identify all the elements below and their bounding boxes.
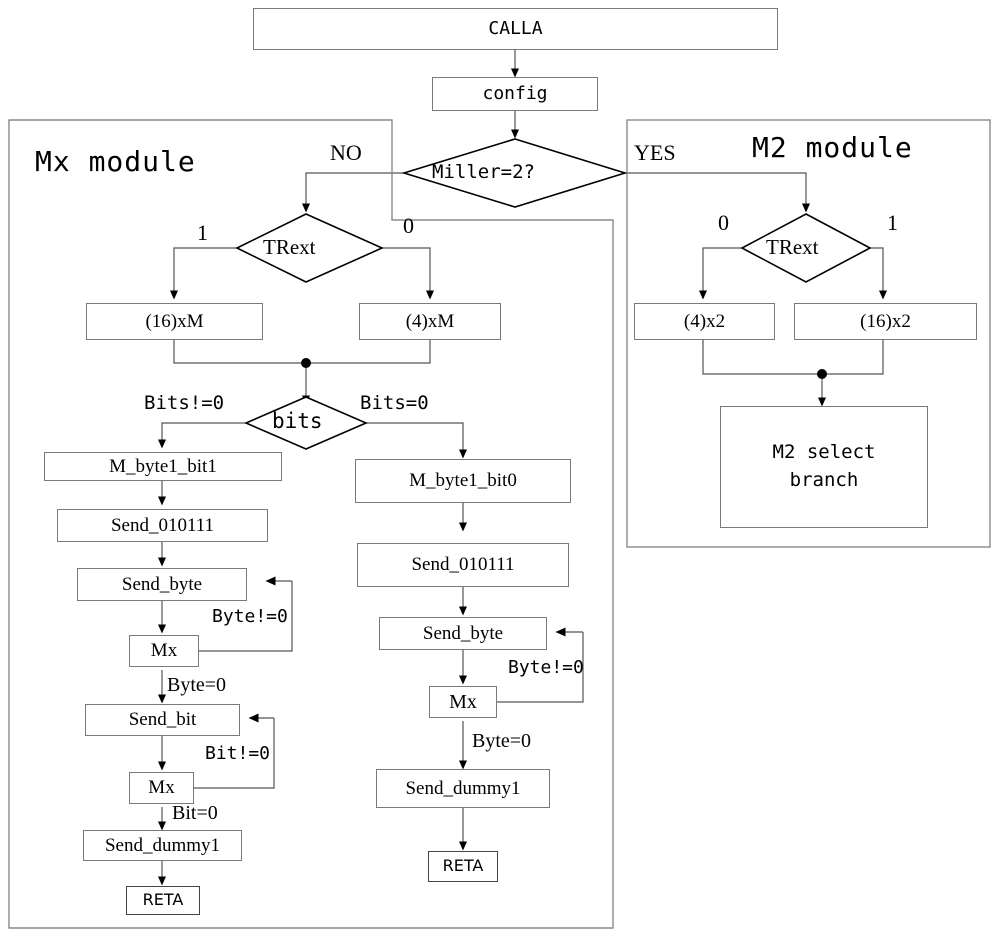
node-left-reta[interactable]: RETA [126, 886, 200, 915]
node-m2-select-branch-line2: branch [789, 469, 859, 491]
flowchart-canvas: CALLA config Miller=2? NO YES Mx module … [0, 0, 1000, 939]
left-loop-label-bit-ne0: Bit!=0 [205, 743, 271, 764]
m2-trext-left-label: 0 [718, 210, 729, 235]
node-right-send-dummy1[interactable]: Send_dummy1 [376, 769, 550, 808]
node-config-label: config [482, 82, 548, 104]
node-right-send-byte[interactable]: Send_byte [379, 617, 547, 650]
left-loop-label-byte-ne0: Byte!=0 [212, 606, 288, 627]
node-right-mx-label: Mx [449, 690, 477, 713]
node-right-send-dummy1-label: Send_dummy1 [405, 777, 521, 799]
node-left-mx-2-label: Mx [148, 777, 175, 799]
node-left-send-byte[interactable]: Send_byte [77, 568, 247, 601]
node-right-mx[interactable]: Mx [429, 686, 497, 718]
node-right-send-010111-label: Send_010111 [411, 554, 515, 576]
node-m2-16x2[interactable]: (16)x2 [794, 303, 977, 340]
node-mx-4xm[interactable]: (4)xM [359, 303, 501, 340]
node-m2-4x2[interactable]: (4)x2 [634, 303, 775, 340]
left-edge-label-byte-eq0: Byte=0 [167, 674, 227, 696]
node-right-reta[interactable]: RETA [428, 851, 498, 882]
node-mx-16xm[interactable]: (16)xM [86, 303, 263, 340]
node-m-byte1-bit1-label: M_byte1_bit1 [109, 455, 217, 477]
left-edge-label-bit-eq0: Bit=0 [172, 802, 218, 824]
edge-label-yes: YES [634, 140, 676, 165]
node-left-send-bit-label: Send_bit [128, 709, 197, 731]
node-m2-select-branch-line1: M2 select [772, 441, 876, 464]
decision-bits-label: bits [272, 409, 323, 433]
node-mx-16xm-label: (16)xM [145, 310, 204, 332]
mx-module-title: Mx module [35, 145, 196, 178]
node-calla[interactable]: CALLA [253, 8, 778, 50]
node-left-mx-1[interactable]: Mx [129, 635, 199, 667]
node-left-mx-2[interactable]: Mx [129, 772, 194, 804]
node-right-reta-label: RETA [442, 856, 484, 876]
node-left-send-dummy1[interactable]: Send_dummy1 [83, 830, 242, 861]
edge-label-no: NO [330, 140, 362, 165]
node-m-byte1-bit1[interactable]: M_byte1_bit1 [44, 452, 282, 481]
node-left-send-byte-label: Send_byte [121, 573, 203, 595]
node-left-send-dummy1-label: Send_dummy1 [104, 834, 221, 856]
m2-trext-right-label: 1 [887, 210, 898, 235]
node-left-mx-1-label: Mx [150, 640, 178, 662]
node-config[interactable]: config [432, 77, 598, 111]
node-left-send-010111[interactable]: Send_010111 [57, 509, 268, 542]
node-m2-select-branch[interactable]: M2 select branch [720, 406, 928, 528]
decision-miller-label: Miller=2? [432, 161, 535, 183]
decision-trext-m2-label: TRext [766, 235, 819, 259]
node-calla-label: CALLA [488, 17, 543, 39]
node-mx-4xm-label: (4)xM [405, 310, 455, 332]
node-m-byte1-bit0[interactable]: M_byte1_bit0 [355, 459, 571, 503]
right-edge-label-byte-eq0: Byte=0 [472, 730, 532, 752]
node-right-send-010111[interactable]: Send_010111 [357, 543, 569, 587]
mx-trext-right-label: 0 [403, 213, 414, 238]
node-left-send-bit[interactable]: Send_bit [85, 704, 240, 736]
node-m-byte1-bit0-label: M_byte1_bit0 [409, 470, 517, 492]
m2-module-title: M2 module [752, 131, 913, 164]
bits-left-label: Bits!=0 [144, 392, 225, 414]
node-left-reta-label: RETA [142, 890, 184, 910]
mx-trext-left-label: 1 [197, 220, 208, 245]
decision-trext-mx-label: TRext [263, 235, 316, 259]
node-m2-16x2-label: (16)x2 [860, 310, 911, 332]
node-right-send-byte-label: Send_byte [422, 622, 504, 644]
node-m2-4x2-label: (4)x2 [683, 310, 726, 332]
right-loop-label-byte-ne0: Byte!=0 [508, 657, 584, 678]
bits-right-label: Bits=0 [360, 392, 429, 414]
node-left-send-010111-label: Send_010111 [110, 514, 215, 536]
